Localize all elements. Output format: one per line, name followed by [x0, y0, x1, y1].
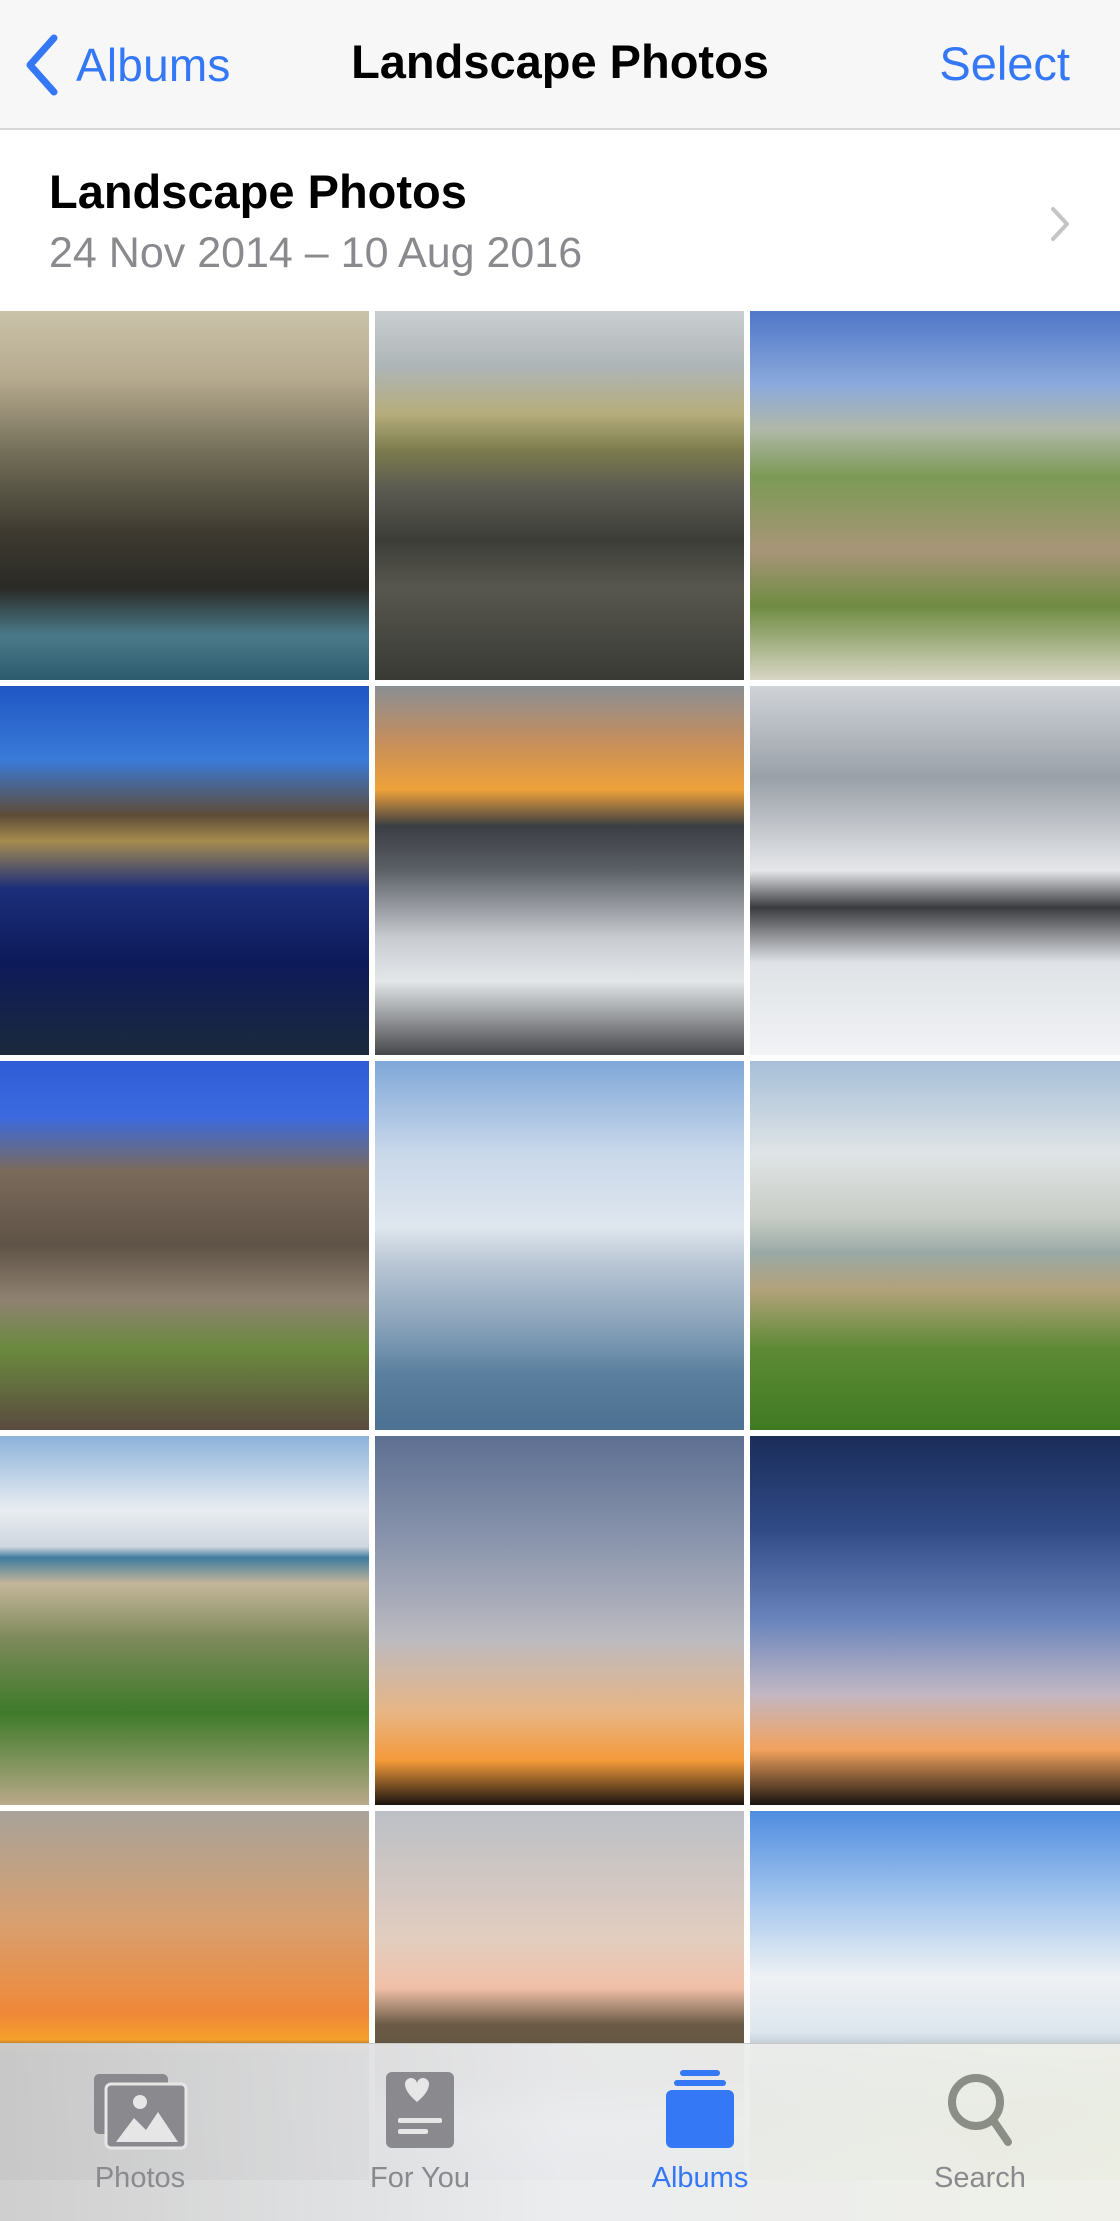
photo-thumbnail-child-on-beach[interactable]: [0, 1436, 369, 1805]
tab-for-you[interactable]: For You: [280, 2044, 560, 2221]
photo-image: [750, 1436, 1120, 1805]
albums-icon: [666, 2070, 734, 2148]
for-you-icon: [386, 2072, 454, 2148]
photo-image: [0, 686, 369, 1055]
photo-image: [0, 1436, 369, 1805]
select-button[interactable]: Select: [939, 36, 1070, 91]
tab-label: Albums: [651, 2162, 749, 2194]
photo-thumbnail-country-path-church[interactable]: [750, 311, 1120, 680]
chevron-left-icon: [26, 34, 58, 96]
tab-search[interactable]: Search: [840, 2044, 1120, 2221]
album-summary-row[interactable]: Landscape Photos 24 Nov 2014 – 10 Aug 20…: [0, 132, 1120, 311]
photo-thumbnail-dog-in-sea[interactable]: [375, 1061, 744, 1430]
search-icon: [948, 2074, 1012, 2146]
back-button-label: Albums: [76, 39, 231, 91]
chevron-right-icon: [1051, 207, 1069, 241]
photo-image: [750, 686, 1120, 1055]
photo-thumbnail-giants-causeway[interactable]: [0, 1061, 369, 1430]
photo-image: [750, 311, 1120, 680]
tab-photos[interactable]: Photos: [0, 2044, 280, 2221]
photo-thumbnail-stone-wall-grass[interactable]: [375, 311, 744, 680]
photo-thumbnail-silhouettes-sunset-1[interactable]: [375, 1436, 744, 1805]
photos-icon: [94, 2074, 188, 2150]
tab-label: Search: [934, 2162, 1026, 2194]
photo-image: [750, 1061, 1120, 1430]
back-to-albums-button[interactable]: Albums: [22, 30, 231, 100]
photo-image: [375, 311, 744, 680]
photo-image: [0, 311, 369, 680]
album-name: Landscape Photos: [49, 165, 467, 218]
album-date-range: 24 Nov 2014 – 10 Aug 2016: [49, 229, 583, 277]
tab-label: Photos: [94, 2162, 186, 2194]
photo-thumbnail-mountain-lake-reflection[interactable]: [0, 686, 369, 1055]
photo-thumbnail-harbour-boats[interactable]: [0, 311, 369, 680]
photo-thumbnail-snowy-tree-avenue[interactable]: [750, 686, 1120, 1055]
photo-thumbnail-coastal-beach-grass[interactable]: [750, 1061, 1120, 1430]
tab-label: For You: [370, 2162, 470, 2194]
photo-thumbnail-silhouettes-sunset-2[interactable]: [750, 1436, 1120, 1805]
tab-albums[interactable]: Albums: [560, 2044, 840, 2221]
photo-image: [375, 1061, 744, 1430]
photo-image: [0, 1061, 369, 1430]
photo-thumbnail-sunset-waves[interactable]: [375, 686, 744, 1055]
photo-image: [375, 1436, 744, 1805]
navigation-bar: Albums Landscape Photos Select: [0, 0, 1120, 130]
tab-bar: Photos For You Albums Search: [0, 2043, 1120, 2221]
photo-grid: [0, 311, 1120, 2180]
photo-image: [375, 686, 744, 1055]
